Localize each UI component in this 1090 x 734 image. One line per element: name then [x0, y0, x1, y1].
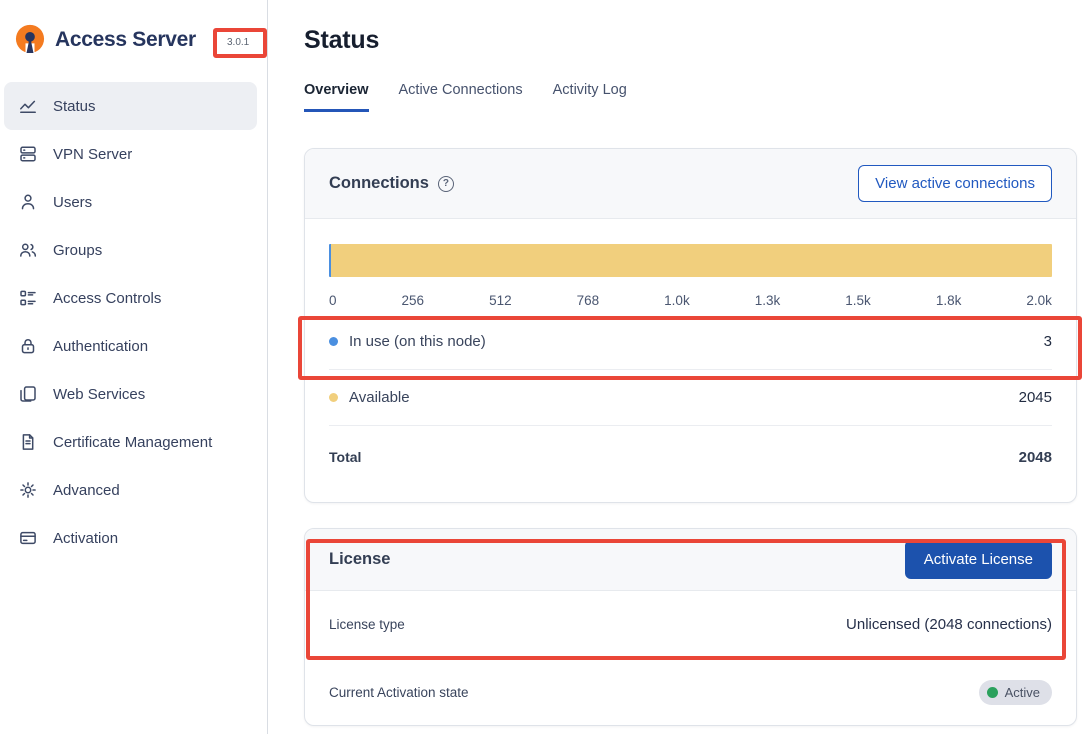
sidebar-item-label: Activation	[53, 530, 118, 547]
license-card: License Activate License License type Un…	[304, 528, 1077, 726]
certificate-file-icon	[18, 432, 38, 452]
status-badge: Active	[979, 680, 1052, 705]
browser-windows-icon	[18, 384, 38, 404]
stat-label-text: Available	[349, 389, 410, 406]
x-axis-tick-label: 1.5k	[845, 293, 871, 309]
sidebar-item-access-controls[interactable]: Access Controls	[4, 274, 257, 322]
active-status-dot-icon	[987, 687, 998, 698]
view-active-connections-button[interactable]: View active connections	[858, 165, 1052, 202]
connections-card: Connections View active connections 0 256…	[304, 148, 1077, 503]
brand: Access Server 3.0.1	[0, 0, 267, 74]
sidebar-item-activation[interactable]: Activation	[4, 514, 257, 562]
license-card-header: License Activate License	[305, 529, 1076, 591]
activation-card-icon	[18, 528, 38, 548]
stat-label-text: Total	[329, 449, 361, 465]
license-type-row: License type Unlicensed (2048 connection…	[329, 591, 1052, 659]
bar-segment-available	[331, 244, 1052, 277]
stat-row-in-use: In use (on this node) 3	[329, 314, 1052, 370]
available-legend-dot	[329, 393, 338, 402]
users-group-icon	[18, 240, 38, 260]
connections-card-header: Connections View active connections	[305, 149, 1076, 219]
tab-active-connections[interactable]: Active Connections	[399, 82, 523, 112]
sidebar-item-label: Authentication	[53, 338, 148, 355]
x-axis-tick-label: 1.8k	[936, 293, 962, 309]
connections-stat-rows: In use (on this node) 3 Available 2045 T…	[305, 314, 1076, 502]
license-card-title: License	[329, 550, 390, 569]
sidebar-item-vpn-server[interactable]: VPN Server	[4, 130, 257, 178]
version-badge: 3.0.1	[227, 37, 249, 48]
x-axis-tick-label: 256	[402, 293, 425, 309]
sidebar-item-label: Users	[53, 194, 92, 211]
user-icon	[18, 192, 38, 212]
total-value: 2048	[1019, 449, 1052, 466]
sidebar-item-advanced[interactable]: Advanced	[4, 466, 257, 514]
list-checks-icon	[18, 288, 38, 308]
x-axis-tick-label: 1.3k	[755, 293, 781, 309]
tab-bar: Overview Active Connections Activity Log	[304, 82, 1090, 112]
openvpn-logo-icon	[12, 22, 48, 58]
sidebar-item-web-services[interactable]: Web Services	[4, 370, 257, 418]
activate-license-button[interactable]: Activate License	[905, 540, 1052, 579]
sidebar-item-label: Certificate Management	[53, 434, 212, 451]
sidebar-item-label: Web Services	[53, 386, 145, 403]
in-use-value: 3	[1044, 333, 1052, 350]
activation-state-row: Current Activation state Active	[329, 659, 1052, 725]
license-type-value: Unlicensed (2048 connections)	[846, 616, 1052, 633]
sidebar-item-users[interactable]: Users	[4, 178, 257, 226]
page-title: Status	[304, 26, 1090, 55]
stat-row-total: Total 2048	[329, 426, 1052, 488]
sidebar-item-label: Groups	[53, 242, 102, 259]
tab-activity-log[interactable]: Activity Log	[553, 82, 627, 112]
stat-label-text: In use (on this node)	[349, 333, 486, 350]
activation-state-label: Current Activation state	[329, 685, 469, 700]
gear-icon	[18, 480, 38, 500]
x-axis-tick-label: 512	[489, 293, 512, 309]
x-axis-tick-label: 768	[577, 293, 600, 309]
connections-bar-chart: 0 256 512 768 1.0k 1.3k 1.5k 1.8k 2.0k	[305, 219, 1076, 309]
server-icon	[18, 144, 38, 164]
sidebar-item-label: Advanced	[53, 482, 120, 499]
lock-icon	[18, 336, 38, 356]
available-value: 2045	[1019, 389, 1052, 406]
status-badge-text: Active	[1005, 685, 1040, 700]
in-use-legend-dot	[329, 337, 338, 346]
sidebar-item-groups[interactable]: Groups	[4, 226, 257, 274]
sidebar-item-authentication[interactable]: Authentication	[4, 322, 257, 370]
sidebar-item-label: Status	[53, 98, 96, 115]
license-type-label: License type	[329, 617, 405, 632]
brand-name: Access Server	[55, 28, 196, 52]
sidebar: Access Server 3.0.1 Status VPN Server Us…	[0, 0, 268, 734]
x-axis-tick-label: 0	[329, 293, 337, 309]
x-axis-tick-label: 1.0k	[664, 293, 690, 309]
sidebar-item-status[interactable]: Status	[4, 82, 257, 130]
sidebar-nav: Status VPN Server Users Groups Access Co…	[0, 74, 267, 562]
main-content: Status Overview Active Connections Activ…	[269, 0, 1090, 734]
status-chart-icon	[18, 96, 38, 116]
stat-row-available: Available 2045	[329, 370, 1052, 426]
sidebar-item-label: VPN Server	[53, 146, 132, 163]
sidebar-item-certificate-management[interactable]: Certificate Management	[4, 418, 257, 466]
stacked-bar	[329, 244, 1052, 277]
x-axis-tick-label: 2.0k	[1026, 293, 1052, 309]
tab-overview[interactable]: Overview	[304, 82, 369, 112]
x-axis-ticks: 0 256 512 768 1.0k 1.3k 1.5k 1.8k 2.0k	[329, 293, 1052, 309]
sidebar-item-label: Access Controls	[53, 290, 161, 307]
help-circle-icon[interactable]	[438, 176, 454, 192]
connections-card-title: Connections	[329, 174, 429, 193]
